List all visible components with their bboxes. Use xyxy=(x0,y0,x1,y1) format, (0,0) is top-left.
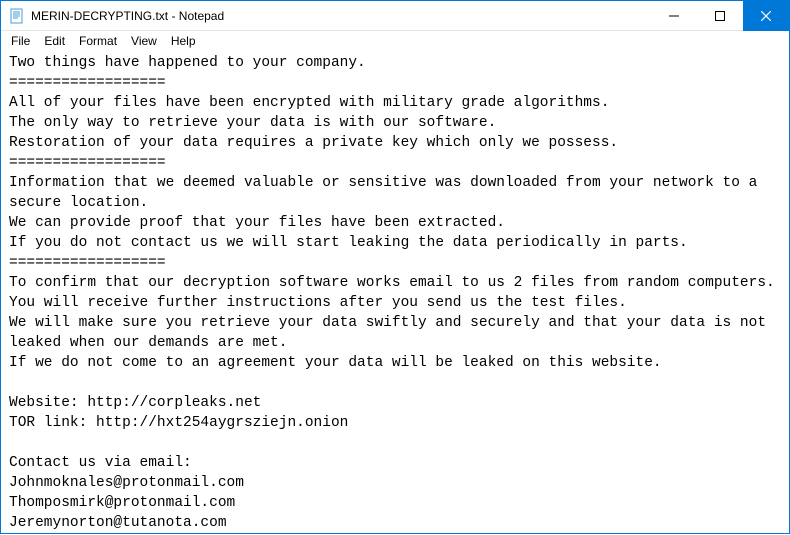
notepad-icon xyxy=(9,8,25,24)
window-title: MERIN-DECRYPTING.txt - Notepad xyxy=(31,9,224,23)
maximize-icon xyxy=(715,11,725,21)
text-area[interactable]: Two things have happened to your company… xyxy=(1,51,789,535)
titlebar[interactable]: MERIN-DECRYPTING.txt - Notepad xyxy=(1,1,789,31)
minimize-button[interactable] xyxy=(651,1,697,31)
menu-edit[interactable]: Edit xyxy=(38,33,71,49)
close-icon xyxy=(761,11,771,21)
window-controls xyxy=(651,1,789,30)
maximize-button[interactable] xyxy=(697,1,743,31)
menu-help[interactable]: Help xyxy=(165,33,202,49)
title-left: MERIN-DECRYPTING.txt - Notepad xyxy=(1,8,224,24)
menu-format[interactable]: Format xyxy=(73,33,123,49)
close-button[interactable] xyxy=(743,1,789,31)
menu-file[interactable]: File xyxy=(5,33,36,49)
minimize-icon xyxy=(669,11,679,21)
menu-view[interactable]: View xyxy=(125,33,163,49)
menubar: File Edit Format View Help xyxy=(1,31,789,51)
